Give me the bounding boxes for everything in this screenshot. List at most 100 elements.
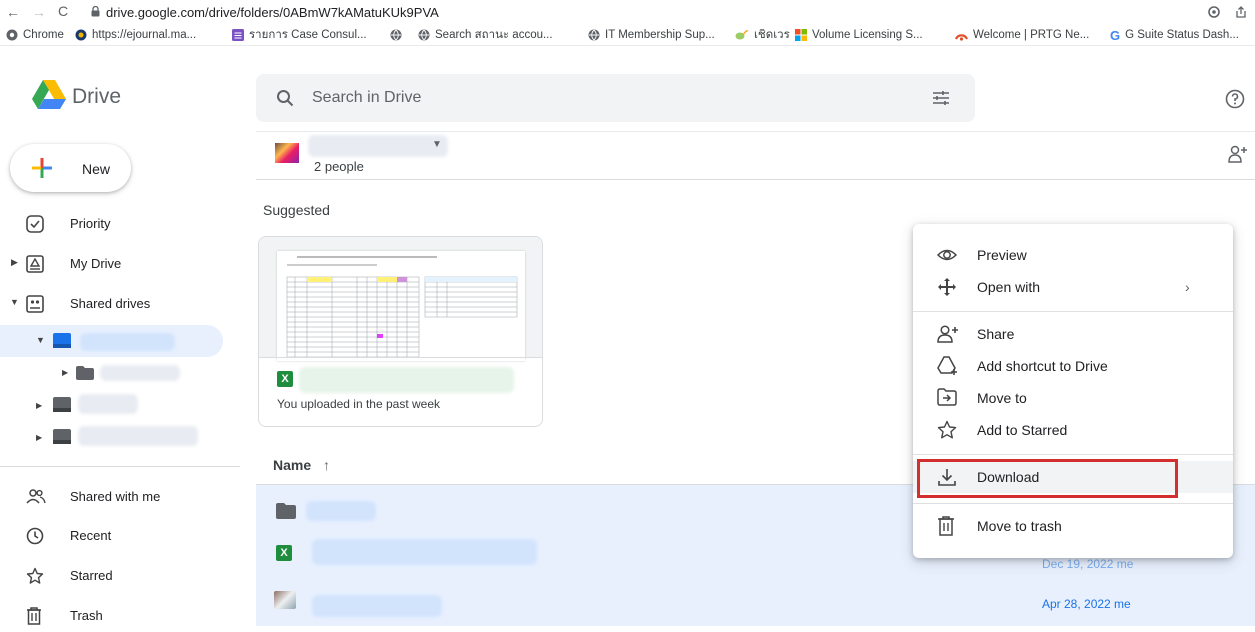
people-count[interactable]: 2 people [314, 159, 364, 174]
sidebar-label: Recent [70, 528, 112, 543]
search-bar[interactable]: Search in Drive [256, 74, 975, 122]
move-arrows-icon [938, 278, 956, 296]
menu-item-share[interactable]: Share [913, 318, 1233, 350]
globe-icon [390, 29, 402, 41]
bookmark-item[interactable]: Chrome [6, 27, 64, 43]
sidebar-label: Shared with me [70, 489, 161, 504]
people-icon [26, 489, 46, 504]
sidebar-label: Starred [70, 568, 113, 583]
bookmark-label: Welcome | PRTG Ne... [973, 29, 1090, 41]
redacted-name [312, 539, 537, 565]
file-thumbnail [259, 237, 542, 361]
menu-item-label: Preview [977, 247, 1027, 263]
sidebar-label: Priority [70, 216, 111, 231]
redacted-name [78, 426, 198, 446]
plus-icon [32, 158, 52, 178]
drive-logo[interactable] [32, 80, 66, 110]
back-icon[interactable]: ← [6, 4, 20, 20]
expand-arrow-icon[interactable]: ▶ [11, 257, 18, 268]
lens-icon[interactable] [1207, 5, 1221, 19]
bookmark-item[interactable]: รายการ Case Consul... [232, 27, 367, 43]
menu-item-add-shortcut[interactable]: Add shortcut to Drive [913, 350, 1233, 382]
sidebar-label: Shared drives [70, 296, 151, 311]
shared-drive-item[interactable]: ▶ [30, 392, 230, 420]
help-icon[interactable] [1225, 89, 1245, 109]
bookmark-item[interactable]: เชิดเวร [735, 27, 790, 43]
clock-icon [26, 527, 44, 545]
collapse-arrow-icon[interactable]: ▼ [36, 335, 45, 345]
sidebar-label: My Drive [70, 256, 122, 271]
shared-drive-item[interactable]: ▶ [30, 424, 230, 452]
shared-drive-icon [53, 333, 71, 348]
menu-item-label: Add to Starred [977, 422, 1068, 438]
sort-ascending-icon[interactable]: ↑ [323, 457, 330, 473]
bookmark-item[interactable]: IT Membership Sup... [588, 27, 715, 43]
sidebar-item-recent[interactable]: Recent [0, 520, 240, 552]
bookmark-label: รายการ Case Consul... [249, 29, 367, 41]
url-text[interactable]: drive.google.com/drive/folders/0ABmW7kAM… [106, 5, 439, 20]
sidebar-item-priority[interactable]: Priority [0, 208, 240, 240]
expand-arrow-icon[interactable]: ▶ [36, 433, 42, 442]
expand-arrow-icon[interactable]: ▶ [62, 368, 68, 377]
forward-icon[interactable]: → [32, 4, 46, 20]
globe-icon [588, 29, 600, 41]
search-icon[interactable] [276, 89, 294, 107]
add-person-icon[interactable] [1228, 145, 1248, 163]
bookmark-item[interactable]: Search สถานะ accou... [418, 27, 553, 43]
sidebar-item-my-drive[interactable]: ▶ My Drive [0, 248, 240, 280]
site-icon [75, 29, 87, 41]
share-page-icon[interactable] [1234, 5, 1248, 19]
search-options-icon[interactable] [932, 90, 950, 106]
add-shortcut-icon [937, 356, 957, 375]
bookmark-item[interactable] [390, 27, 407, 43]
reload-icon[interactable]: C [58, 3, 68, 19]
expand-arrow-icon[interactable]: ▶ [36, 401, 42, 410]
name-sort-label: Name [273, 457, 312, 473]
card-divider [259, 357, 542, 358]
bookmark-label: G Suite Status Dash... [1125, 29, 1239, 41]
bookmark-item[interactable]: https://ejournal.ma... [75, 27, 196, 43]
drive-avatar [275, 143, 299, 163]
table-row[interactable]: Apr 28, 2022 me [256, 585, 1255, 625]
collapse-arrow-icon[interactable]: ▼ [10, 297, 19, 307]
eye-icon [937, 249, 957, 261]
chrome-globe-icon [6, 29, 18, 41]
sidebar-item-starred[interactable]: Starred [0, 560, 240, 592]
excel-icon: X [277, 371, 293, 387]
bookmark-item[interactable]: Volume Licensing S... [795, 27, 923, 43]
bookmark-label: เชิดเวร [754, 29, 790, 41]
new-button[interactable]: New [10, 144, 131, 192]
globe-icon [418, 29, 430, 41]
redacted-drive-name[interactable] [308, 135, 448, 157]
menu-divider [913, 454, 1233, 455]
bookmark-label: Search สถานะ accou... [435, 29, 553, 41]
sidebar-item-trash[interactable]: Trash [0, 600, 240, 632]
dropdown-arrow-icon[interactable]: ▼ [432, 139, 442, 150]
menu-item-move-to-trash[interactable]: Move to trash [913, 510, 1233, 542]
menu-item-label: Move to trash [977, 518, 1062, 534]
redacted-name [80, 333, 175, 351]
download-highlight-box [917, 459, 1178, 498]
bookmark-label: Chrome [23, 29, 64, 41]
prtg-icon [955, 34, 968, 41]
suggested-file-card[interactable]: X You uploaded in the past week [258, 236, 543, 427]
menu-item-preview[interactable]: Preview [913, 239, 1233, 271]
modified-date: Dec 19, 2022 me [1042, 557, 1134, 571]
sidebar-item-shared-with-me[interactable]: Shared with me [0, 481, 240, 513]
sidebar-item-shared-drives[interactable]: ▼ Shared drives [0, 288, 240, 320]
search-input[interactable]: Search in Drive [312, 89, 421, 107]
star-icon [26, 567, 44, 584]
shared-drive-selected[interactable]: ▼ [0, 325, 223, 357]
person-add-icon [937, 325, 958, 343]
list-header-name[interactable]: Name ↑ [273, 457, 330, 473]
bookmark-item[interactable]: Welcome | PRTG Ne... [955, 27, 1089, 43]
shared-drive-icon [53, 397, 71, 412]
menu-item-open-with[interactable]: Open with › [913, 271, 1233, 303]
bookmark-item[interactable]: G G Suite Status Dash... [1110, 27, 1239, 43]
menu-divider [913, 503, 1233, 504]
folder-tree-item[interactable]: ▶ [60, 360, 240, 388]
main-divider-top [256, 131, 1255, 132]
excel-icon: X [276, 545, 292, 561]
menu-item-move-to[interactable]: Move to [913, 382, 1233, 414]
menu-item-add-to-starred[interactable]: Add to Starred [913, 414, 1233, 446]
